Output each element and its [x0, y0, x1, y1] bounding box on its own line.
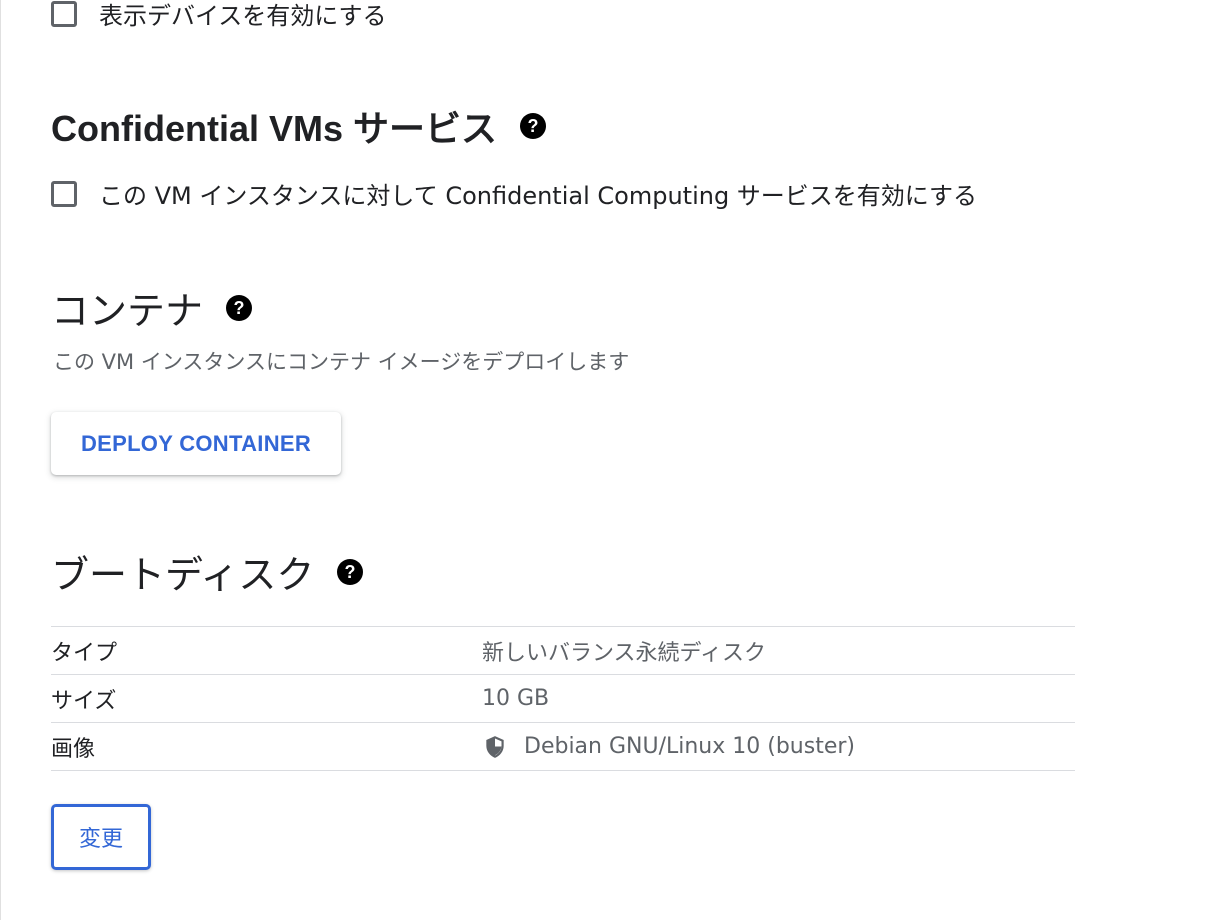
boot-disk-table: タイプ 新しいバランス永続ディスク サイズ 10 GB 画像 Debian GN…: [51, 626, 1075, 771]
boot-disk-image-key: 画像: [51, 736, 96, 762]
help-circle-icon[interactable]: ?: [225, 294, 253, 322]
boot-disk-size-value: 10 GB: [482, 686, 550, 711]
shield-icon: [482, 734, 508, 760]
container-title: コンテナ: [51, 289, 204, 333]
help-circle-icon[interactable]: ?: [336, 558, 364, 586]
svg-text:?: ?: [234, 298, 245, 318]
display-device-label: 表示デバイスを有効にする: [99, 2, 387, 30]
svg-text:?: ?: [528, 116, 539, 136]
change-boot-disk-button[interactable]: 変更: [51, 804, 151, 870]
display-device-checkbox[interactable]: [51, 0, 77, 27]
help-circle-icon[interactable]: ?: [519, 112, 547, 140]
confidential-vms-title: Confidential VMs サービス: [51, 108, 498, 149]
boot-disk-type-key: タイプ: [51, 640, 118, 666]
boot-disk-title: ブートディスク: [51, 553, 315, 597]
confidential-computing-checkbox[interactable]: [51, 180, 77, 207]
svg-text:?: ?: [345, 562, 356, 582]
confidential-computing-label: この VM インスタンスに対して Confidential Computing …: [99, 182, 978, 210]
display-device-option[interactable]: 表示デバイスを有効にする: [51, 0, 387, 31]
boot-disk-image-value: Debian GNU/Linux 10 (buster): [482, 734, 855, 760]
boot-disk-size-key: サイズ: [51, 688, 117, 714]
container-heading: コンテナ ?: [51, 280, 253, 335]
vm-create-form: 表示デバイスを有効にする Confidential VMs サービス ? この …: [0, 0, 1206, 920]
confidential-vms-heading: Confidential VMs サービス ?: [51, 100, 547, 152]
boot-disk-image-text: Debian GNU/Linux 10 (buster): [524, 734, 855, 759]
table-row: タイプ 新しいバランス永続ディスク: [51, 626, 1075, 674]
deploy-container-button[interactable]: DEPLOY CONTAINER: [51, 412, 341, 475]
boot-disk-type-value: 新しいバランス永続ディスク: [482, 640, 767, 666]
container-description: この VM インスタンスにコンテナ イメージをデプロイします: [53, 350, 630, 374]
boot-disk-heading: ブートディスク ?: [51, 544, 364, 599]
table-row: サイズ 10 GB: [51, 674, 1075, 722]
confidential-computing-option[interactable]: この VM インスタンスに対して Confidential Computing …: [51, 176, 977, 211]
table-row: 画像 Debian GNU/Linux 10 (buster): [51, 722, 1075, 771]
